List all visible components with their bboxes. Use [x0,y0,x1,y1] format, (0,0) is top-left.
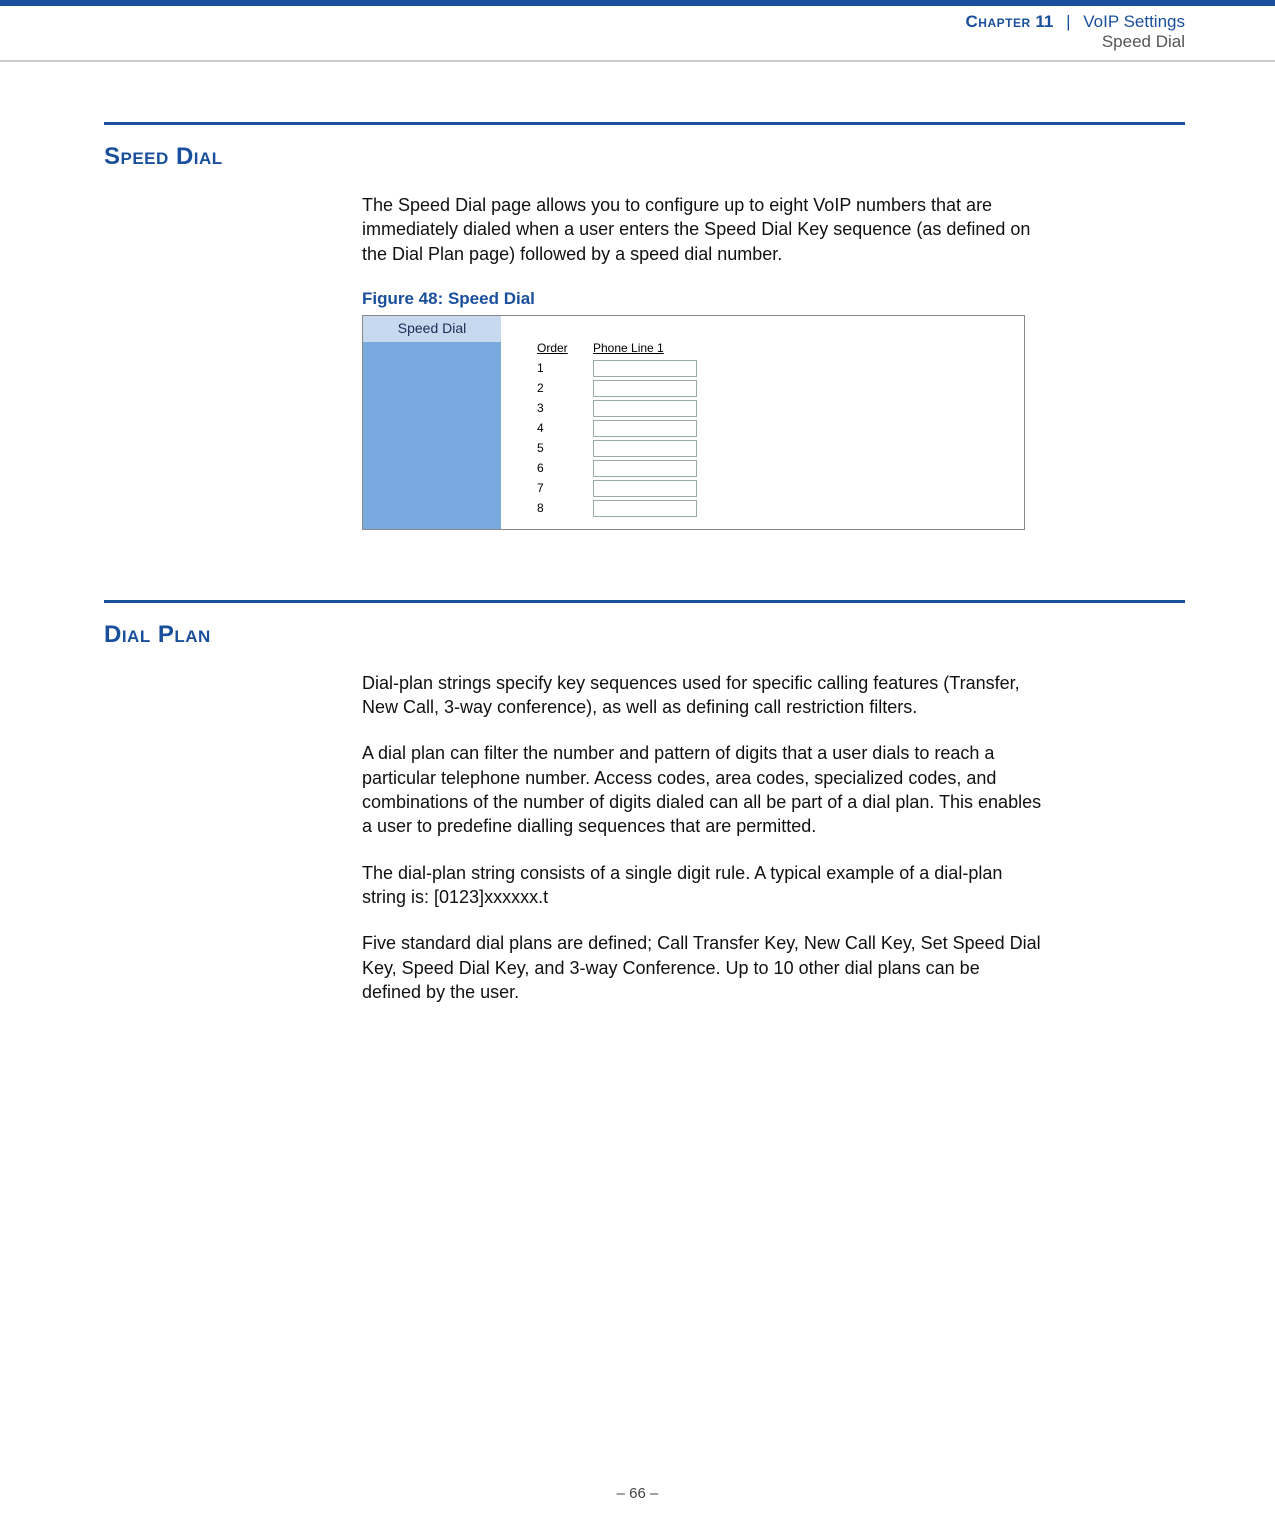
figure-input[interactable] [593,460,697,477]
dial-plan-p2: A dial plan can filter the number and pa… [362,741,1042,838]
figure-input[interactable] [593,400,697,417]
figure-input[interactable] [593,380,697,397]
header-book-part: VoIP Settings [1083,12,1185,31]
figure-row-num: 8 [537,500,593,516]
figure-col-order: Order [537,340,593,356]
dial-plan-p1: Dial-plan strings specify key sequences … [362,671,1042,720]
figure-input[interactable] [593,500,697,517]
section-dial-plan: Dial Plan Dial-plan strings specify key … [104,600,1185,1004]
body-column-1: The Speed Dial page allows you to config… [362,193,1042,530]
header-page-topic: Speed Dial [0,32,1185,52]
figure-tab-label: Speed Dial [363,316,501,342]
body-column-2: Dial-plan strings specify key sequences … [362,671,1042,1004]
figure-speed-dial: Speed Dial Order Phone Line 1 1 2 3 4 5 … [362,315,1025,530]
figure-row: 1 [537,358,994,378]
section-rule [104,600,1185,603]
figure-row: 3 [537,398,994,418]
figure-header-row: Order Phone Line 1 [537,340,994,356]
figure-row-num: 5 [537,440,593,456]
dial-plan-p3: The dial-plan string consists of a singl… [362,861,1042,910]
dial-plan-p4: Five standard dial plans are defined; Ca… [362,931,1042,1004]
figure-sidebar: Speed Dial [363,316,501,529]
section-heading-speed-dial: Speed Dial [104,143,1185,171]
figure-row-num: 3 [537,400,593,416]
header-separator: | [1066,12,1070,31]
figure-row-num: 6 [537,460,593,476]
chapter-label: Chapter [966,12,1031,31]
figure-row: 5 [537,438,994,458]
figure-row-num: 7 [537,480,593,496]
figure-caption: Figure 48: Speed Dial [362,288,1042,311]
page-content: Speed Dial The Speed Dial page allows yo… [0,62,1275,1004]
figure-input[interactable] [593,440,697,457]
figure-input[interactable] [593,480,697,497]
speed-dial-intro: The Speed Dial page allows you to config… [362,193,1042,266]
section-rule [104,122,1185,125]
figure-row: 7 [537,478,994,498]
figure-row: 8 [537,498,994,518]
page-header: Chapter 11 | VoIP Settings Speed Dial [0,6,1275,62]
figure-row-num: 1 [537,360,593,376]
header-line-1: Chapter 11 | VoIP Settings [0,12,1185,32]
figure-input[interactable] [593,420,697,437]
section-speed-dial: Speed Dial The Speed Dial page allows yo… [104,122,1185,530]
figure-input[interactable] [593,360,697,377]
figure-row-num: 4 [537,420,593,436]
figure-col-phone: Phone Line 1 [593,340,664,356]
section-heading-dial-plan: Dial Plan [104,621,1185,649]
chapter-number: 11 [1035,12,1053,31]
page-number: – 66 – [617,1485,659,1502]
figure-row: 2 [537,378,994,398]
figure-row: 4 [537,418,994,438]
figure-main: Order Phone Line 1 1 2 3 4 5 6 7 8 [501,316,1024,529]
figure-row: 6 [537,458,994,478]
figure-row-num: 2 [537,380,593,396]
page-footer: – 66 – [0,1485,1275,1502]
